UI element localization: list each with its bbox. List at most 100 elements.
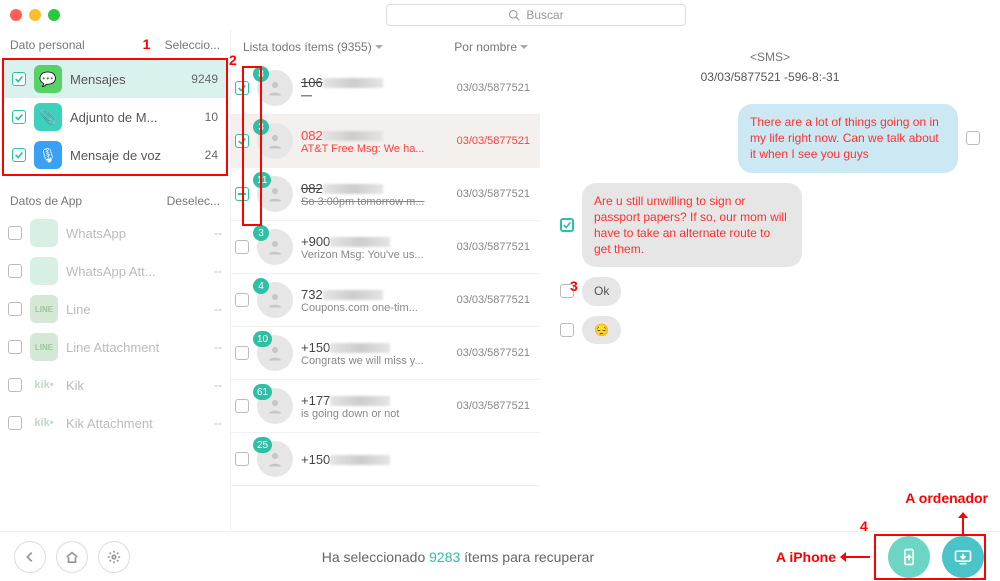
- export-to-iphone-button[interactable]: [888, 536, 930, 578]
- category-icon: 📎: [34, 103, 62, 131]
- personal-title: Dato personal: [10, 38, 85, 52]
- message-bubble: There are a lot of things going on in my…: [738, 104, 958, 173]
- category-count: 24: [205, 148, 218, 162]
- thread-column: 2 Lista todos ítems (9355) Por nombre 8 …: [230, 30, 540, 530]
- message-bubble: Are u still unwilling to sign or passpor…: [582, 183, 802, 268]
- message-bubble: Ok: [582, 277, 621, 305]
- sidebar-item-mensaje-de-voz[interactable]: 🎙 Mensaje de voz 24: [4, 136, 226, 174]
- thread-checkbox[interactable]: [235, 81, 249, 95]
- detail-column: <SMS> 03/03/5877521 -596-8:-31 There are…: [540, 30, 1000, 530]
- avatar-icon: 3: [257, 123, 293, 159]
- sidebar-item-line[interactable]: LINE Line --: [0, 290, 230, 328]
- search-input[interactable]: Buscar: [386, 4, 686, 26]
- thread-checkbox[interactable]: [235, 452, 249, 466]
- export-to-computer-button[interactable]: [942, 536, 984, 578]
- thread-row[interactable]: 25 +150: [231, 433, 540, 486]
- sidebar-item-kik[interactable]: kik• Kik --: [0, 366, 230, 404]
- category-icon: kik•: [30, 371, 58, 399]
- checkbox[interactable]: [12, 110, 26, 124]
- unread-badge: 4: [253, 278, 269, 294]
- thread-row[interactable]: 3 082 AT&T Free Msg: We ha... 03/03/5877…: [231, 115, 540, 168]
- checkbox[interactable]: [12, 148, 26, 162]
- message-checkbox[interactable]: [966, 131, 980, 145]
- message-row: Ok: [560, 277, 980, 305]
- unread-badge: 3: [253, 119, 269, 135]
- thread-row[interactable]: 4 732 Coupons.com one-tim... 03/03/58775…: [231, 274, 540, 327]
- sidebar-item-mensajes[interactable]: 💬 Mensajes 9249: [4, 60, 226, 98]
- annotation-a-ordenador: A ordenador: [905, 490, 988, 506]
- personal-category-box: 💬 Mensajes 9249 📎 Adjunto de M... 10 🎙 M…: [2, 58, 228, 176]
- annotation-2: 2: [229, 52, 237, 68]
- deselect-link[interactable]: Deselec...: [167, 194, 220, 208]
- category-label: Adjunto de M...: [70, 110, 197, 125]
- checkbox[interactable]: [8, 340, 22, 354]
- avatar-icon: 8: [257, 70, 293, 106]
- message-list: There are a lot of things going on in my…: [560, 104, 980, 344]
- thread-date: 03/03/5877521: [457, 135, 530, 147]
- avatar-icon: 11: [257, 176, 293, 212]
- checkbox[interactable]: [8, 302, 22, 316]
- select-all-link[interactable]: Seleccio...: [165, 38, 220, 52]
- thread-date: 03/03/5877521: [457, 294, 530, 306]
- thread-checkbox[interactable]: [235, 399, 249, 413]
- thread-checkbox[interactable]: [235, 293, 249, 307]
- thread-title: 106: [301, 75, 449, 90]
- unread-badge: 10: [253, 331, 272, 347]
- thread-header: 2 Lista todos ítems (9355) Por nombre: [231, 30, 540, 62]
- message-checkbox[interactable]: [560, 323, 574, 337]
- minimize-icon[interactable]: [29, 9, 41, 21]
- footer: Ha seleccionado 9283 ítems para recupera…: [0, 531, 1000, 581]
- settings-button[interactable]: [98, 541, 130, 573]
- thread-row[interactable]: 8 106 — 03/03/5877521: [231, 62, 540, 115]
- category-count: --: [214, 226, 222, 240]
- sidebar-item-whatsapp[interactable]: WhatsApp --: [0, 214, 230, 252]
- thread-checkbox[interactable]: [235, 134, 249, 148]
- sidebar-item-kik-attachment[interactable]: kik• Kik Attachment --: [0, 404, 230, 442]
- thread-row[interactable]: 11 082 So 3:00pm tomorrow m... 03/03/587…: [231, 168, 540, 221]
- checkbox[interactable]: [8, 226, 22, 240]
- thread-preview: AT&T Free Msg: We ha...: [301, 143, 449, 155]
- sidebar-item-line-attachment[interactable]: LINE Line Attachment --: [0, 328, 230, 366]
- checkbox[interactable]: [8, 378, 22, 392]
- thread-row[interactable]: 61 +177 is going down or not 03/03/58775…: [231, 380, 540, 433]
- thread-title: 732: [301, 287, 449, 302]
- thread-title: +900: [301, 234, 449, 249]
- thread-row[interactable]: 3 +900 Verizon Msg: You've us... 03/03/5…: [231, 221, 540, 274]
- arrow-left-icon: [840, 550, 870, 564]
- thread-checkbox[interactable]: [235, 346, 249, 360]
- thread-row[interactable]: 10 +150 Congrats we will miss y... 03/03…: [231, 327, 540, 380]
- thread-title: 082: [301, 181, 449, 196]
- sidebar-item-whatsapp-att-[interactable]: WhatsApp Att... --: [0, 252, 230, 290]
- avatar-icon: 61: [257, 388, 293, 424]
- category-label: WhatsApp: [66, 226, 206, 241]
- sidebar-item-adjunto-de-m-[interactable]: 📎 Adjunto de M... 10: [4, 98, 226, 136]
- unread-badge: 11: [253, 172, 271, 188]
- message-row: 😔: [560, 316, 980, 344]
- home-button[interactable]: [56, 541, 88, 573]
- checkbox[interactable]: [8, 416, 22, 430]
- thread-preview: So 3:00pm tomorrow m...: [301, 196, 449, 208]
- thread-date: 03/03/5877521: [457, 347, 530, 359]
- thread-list[interactable]: 8 106 — 03/03/5877521 3 082 AT&T Free Ms…: [231, 62, 540, 522]
- window-controls: [10, 9, 60, 21]
- zoom-icon[interactable]: [48, 9, 60, 21]
- footer-status: Ha seleccionado 9283 ítems para recupera…: [140, 549, 776, 565]
- thread-checkbox[interactable]: [235, 240, 249, 254]
- sort-dropdown[interactable]: Por nombre: [454, 40, 528, 54]
- checkbox[interactable]: [8, 264, 22, 278]
- annotation-a-iphone: A iPhone: [776, 549, 836, 565]
- category-icon: LINE: [30, 333, 58, 361]
- close-icon[interactable]: [10, 9, 22, 21]
- checkbox[interactable]: [12, 72, 26, 86]
- thread-preview: is going down or not: [301, 408, 449, 420]
- back-button[interactable]: [14, 541, 46, 573]
- thread-title: +150: [301, 340, 449, 355]
- avatar-icon: 10: [257, 335, 293, 371]
- search-placeholder: Buscar: [526, 8, 563, 22]
- thread-checkbox[interactable]: [235, 187, 249, 201]
- titlebar: Buscar: [0, 0, 1000, 30]
- selected-count: 9283: [429, 549, 460, 565]
- filter-dropdown[interactable]: Lista todos ítems (9355): [243, 40, 383, 54]
- avatar-icon: 3: [257, 229, 293, 265]
- message-checkbox[interactable]: [560, 218, 574, 232]
